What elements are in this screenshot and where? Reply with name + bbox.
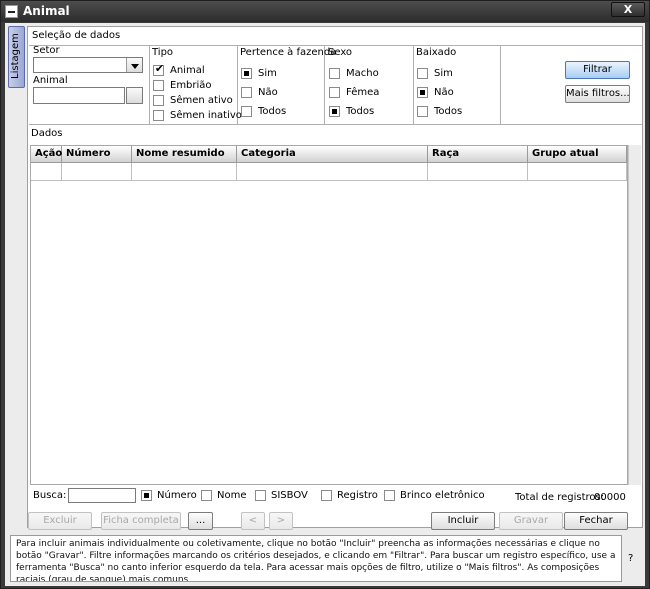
busca-numero-label: Número <box>157 490 197 501</box>
client-area: Listagem Seleção de dados Setor Animal T… <box>5 23 645 586</box>
help-button[interactable]: ? <box>628 553 633 564</box>
vertical-scrollbar[interactable] <box>628 145 641 485</box>
ficha-completa-button[interactable]: Ficha completa <box>101 512 181 530</box>
divider <box>413 45 414 125</box>
busca-sisbov-label: SISBOV <box>271 490 308 501</box>
baixado-nao-radio[interactable] <box>417 87 428 98</box>
tipo-embriao-label: Embrião <box>170 80 212 91</box>
sexo-todos-radio[interactable] <box>329 106 340 117</box>
busca-input[interactable] <box>68 488 136 503</box>
grid-cell[interactable] <box>237 163 428 181</box>
tab-listagem[interactable]: Listagem <box>8 26 25 88</box>
baixado-sim-label: Sim <box>434 68 453 79</box>
next-button[interactable]: > <box>269 512 293 530</box>
total-registros-value: 00000 <box>594 492 626 503</box>
previous-button[interactable]: < <box>241 512 265 530</box>
tipo-semen-inativo-label: Sêmen inativo <box>170 110 242 121</box>
pertence-sim-label: Sim <box>258 68 277 79</box>
animal-lookup-button[interactable] <box>126 87 143 104</box>
tipo-embriao-checkbox[interactable] <box>153 80 164 91</box>
pertence-nao-radio[interactable] <box>241 87 252 98</box>
baixado-todos-radio[interactable] <box>417 106 428 117</box>
setor-label: Setor <box>33 45 60 56</box>
excluir-button[interactable]: Excluir <box>28 512 92 530</box>
animal-label: Animal <box>33 75 68 86</box>
busca-nome-radio[interactable] <box>201 490 212 501</box>
main-panel: Seleção de dados Setor Animal Tipo ✔ Ani… <box>27 26 643 528</box>
busca-sisbov-radio[interactable] <box>255 490 266 501</box>
tab-listagem-label: Listagem <box>10 33 21 79</box>
filtrar-button[interactable]: Filtrar <box>565 61 630 79</box>
grid-cell[interactable] <box>62 163 132 181</box>
col-grupo-atual[interactable]: Grupo atual <box>528 146 627 163</box>
close-button[interactable]: X <box>611 2 645 17</box>
grid-cell[interactable] <box>132 163 237 181</box>
fechar-button[interactable]: Fechar <box>564 512 628 530</box>
window-title: Animal <box>23 4 70 18</box>
col-raca[interactable]: Raça <box>428 146 528 163</box>
gravar-button[interactable]: Gravar <box>499 512 563 530</box>
baixado-todos-label: Todos <box>434 106 463 117</box>
pertence-todos-radio[interactable] <box>241 106 252 117</box>
window-menu-icon[interactable] <box>5 5 18 18</box>
col-numero[interactable]: Número <box>62 146 132 163</box>
pertence-title: Pertence à fazenda <box>240 47 337 58</box>
animal-input[interactable] <box>33 87 125 104</box>
pertence-todos-label: Todos <box>258 106 287 117</box>
divider <box>149 45 150 125</box>
pertence-sim-radio[interactable] <box>241 68 252 79</box>
tipo-semen-ativo-checkbox[interactable] <box>153 95 164 106</box>
sexo-macho-label: Macho <box>346 68 379 79</box>
tipo-title: Tipo <box>152 47 174 58</box>
busca-registro-radio[interactable] <box>321 490 332 501</box>
checkmark-icon: ✔ <box>154 62 165 75</box>
col-acao[interactable]: Ação <box>31 146 62 163</box>
sexo-todos-label: Todos <box>346 106 375 117</box>
mais-filtros-button[interactable]: Mais filtros... <box>565 85 630 103</box>
tipo-semen-inativo-checkbox[interactable] <box>153 110 164 121</box>
sexo-femea-label: Fêmea <box>346 87 380 98</box>
setor-select[interactable] <box>33 57 143 73</box>
dropdown-button[interactable] <box>126 58 142 72</box>
tipo-animal-checkbox[interactable]: ✔ <box>153 62 165 76</box>
ellipsis-button[interactable]: ... <box>188 512 213 530</box>
busca-brinco-radio[interactable] <box>384 490 395 501</box>
baixado-sim-radio[interactable] <box>417 68 428 79</box>
grid-header: Ação Número Nome resumido Categoria Raça… <box>31 146 627 163</box>
busca-registro-label: Registro <box>337 490 378 501</box>
col-nome-resumido[interactable]: Nome resumido <box>132 146 237 163</box>
grid-cell[interactable] <box>428 163 528 181</box>
baixado-title: Baixado <box>416 47 457 58</box>
pertence-nao-label: Não <box>258 87 278 98</box>
data-grid[interactable]: Ação Número Nome resumido Categoria Raça… <box>30 145 628 485</box>
busca-brinco-label: Brinco eletrônico <box>400 490 485 501</box>
title-bar[interactable]: Animal X <box>1 1 649 22</box>
grid-cell[interactable] <box>528 163 627 181</box>
grid-cell[interactable] <box>31 163 62 181</box>
busca-label: Busca: <box>33 490 67 501</box>
window: Animal X Listagem Seleção de dados Setor… <box>0 0 650 589</box>
selection-heading: Seleção de dados <box>32 30 121 41</box>
tipo-semen-ativo-label: Sêmen ativo <box>170 95 233 106</box>
sexo-femea-radio[interactable] <box>329 87 340 98</box>
incluir-button[interactable]: Incluir <box>431 512 495 530</box>
dados-heading: Dados <box>31 128 63 139</box>
total-registros-label: Total de registros: <box>515 492 605 503</box>
sexo-macho-radio[interactable] <box>329 68 340 79</box>
busca-numero-radio[interactable] <box>141 490 152 501</box>
divider <box>500 45 501 125</box>
chevron-down-icon <box>131 64 139 69</box>
tipo-animal-label: Animal <box>170 65 205 76</box>
busca-nome-label: Nome <box>217 490 247 501</box>
info-text: Para incluir animais individualmente ou … <box>10 535 622 582</box>
sexo-title: Sexo <box>328 47 353 58</box>
baixado-nao-label: Não <box>434 87 454 98</box>
col-categoria[interactable]: Categoria <box>237 146 428 163</box>
